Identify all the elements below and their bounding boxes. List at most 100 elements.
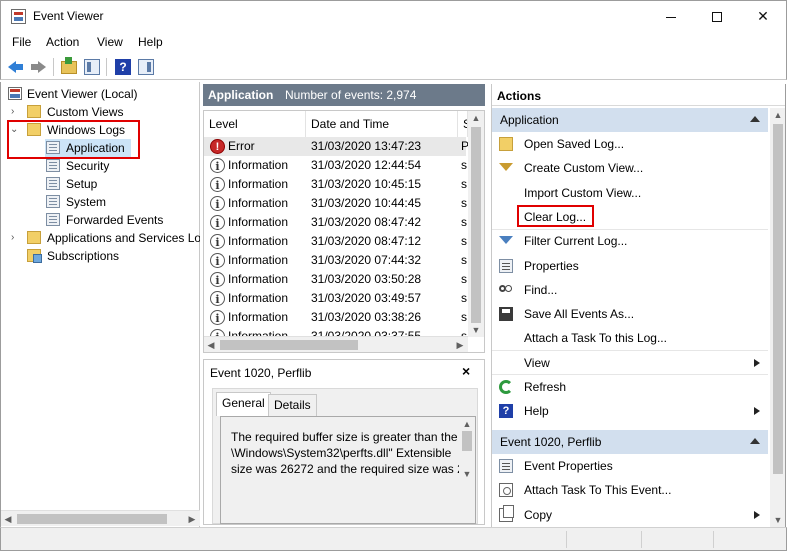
menu-help[interactable]: Help	[138, 35, 163, 49]
log-name: Application	[208, 88, 274, 102]
actions-vertical-scrollbar[interactable]: ▲ ▼	[770, 108, 785, 527]
up-folder-icon[interactable]	[61, 57, 77, 74]
event-viewer-icon	[11, 9, 26, 24]
table-row[interactable]: Information 31/03/2020 03:49:57 s	[204, 289, 467, 309]
table-row[interactable]: Information 31/03/2020 03:38:26 s	[204, 308, 467, 328]
scroll-down-icon[interactable]: ▼	[468, 323, 484, 337]
action-item[interactable]: ? Help	[492, 399, 768, 423]
action-item[interactable]: Import Custom View...	[492, 181, 768, 205]
minimize-button[interactable]	[648, 1, 694, 31]
section-title: Event 1020, Perflib	[500, 435, 602, 449]
action-label: Attach Task To This Event...	[524, 483, 672, 498]
message-vertical-scrollbar[interactable]: ▲ ▼	[459, 417, 475, 523]
action-label: Help	[524, 404, 549, 419]
event-level: Information	[228, 253, 289, 267]
folder-icon	[27, 231, 41, 244]
show-hide-tree-icon[interactable]	[84, 59, 100, 75]
table-row[interactable]: Information 31/03/2020 07:44:32 s	[204, 251, 467, 271]
scrollbar-thumb[interactable]	[471, 127, 481, 323]
event-level: Information	[228, 177, 289, 191]
scroll-right-icon[interactable]: ▶	[453, 337, 467, 352]
action-item[interactable]: View	[492, 351, 768, 375]
tree-node-custom-views[interactable]: › Custom Views	[1, 103, 200, 121]
action-item[interactable]: Refresh	[492, 375, 768, 399]
collapse-arrow-icon[interactable]	[750, 438, 760, 444]
tab-general[interactable]: General	[216, 392, 271, 416]
scroll-left-icon[interactable]: ◀	[204, 337, 218, 352]
collapse-arrow-icon[interactable]	[750, 116, 760, 122]
tree-horizontal-scrollbar[interactable]: ◀ ▶	[1, 510, 200, 526]
event-message-box[interactable]: The required buffer size is greater than…	[220, 416, 476, 524]
table-row[interactable]: Information 31/03/2020 10:45:15 s	[204, 175, 467, 195]
action-item[interactable]: Filter Current Log...	[492, 229, 768, 253]
table-row[interactable]: Error31/03/2020 13:47:23P	[204, 137, 469, 157]
back-arrow-icon[interactable]	[6, 57, 26, 77]
events-vertical-scrollbar[interactable]: ▲ ▼	[468, 111, 484, 337]
table-row[interactable]: Information 31/03/2020 10:44:45 s	[204, 194, 467, 214]
tree-node-system[interactable]: System	[1, 193, 200, 211]
forward-arrow-icon[interactable]	[28, 57, 48, 77]
column-header-datetime[interactable]: Date and Time	[306, 111, 458, 137]
actions-section-event[interactable]: Event 1020, Perflib	[492, 430, 768, 454]
table-row[interactable]: Information 31/03/2020 03:50:28 s	[204, 270, 467, 290]
scroll-left-icon[interactable]: ◀	[1, 511, 15, 527]
scrollbar-thumb[interactable]	[773, 124, 783, 474]
scrollbar-thumb[interactable]	[462, 431, 472, 451]
event-count: Number of events: 2,974	[285, 88, 417, 102]
help-icon: ?	[499, 404, 513, 419]
action-item[interactable]: Open Saved Log...	[492, 132, 768, 156]
table-row[interactable]: Information 31/03/2020 12:44:54 s	[204, 156, 467, 176]
action-item[interactable]: Find...	[492, 278, 768, 302]
action-item[interactable]: Properties	[492, 254, 768, 278]
scrollbar-thumb[interactable]	[17, 514, 167, 524]
column-header-source[interactable]: S	[458, 111, 468, 137]
close-button[interactable]: ✕	[740, 1, 786, 31]
action-item[interactable]: Event Properties	[492, 454, 768, 478]
action-item[interactable]: Attach a Task To this Log...	[492, 326, 768, 350]
chevron-right-icon[interactable]: ›	[11, 229, 21, 247]
binoculars-icon	[499, 284, 506, 292]
action-item[interactable]: Attach Task To This Event...	[492, 478, 768, 502]
scroll-up-icon[interactable]: ▲	[468, 111, 484, 125]
event-source: s	[461, 158, 467, 172]
scroll-right-icon[interactable]: ▶	[185, 511, 199, 527]
maximize-button[interactable]	[694, 1, 740, 31]
tree-node-security[interactable]: Security	[1, 157, 200, 175]
action-label: Create Custom View...	[524, 161, 644, 176]
tree-node-setup[interactable]: Setup	[1, 175, 200, 193]
action-item[interactable]: Copy	[492, 503, 768, 527]
action-label: Event Properties	[524, 459, 613, 473]
tree-node-apps-services[interactable]: › Applications and Services Logs	[1, 229, 200, 247]
action-label: Find...	[524, 282, 558, 297]
menu-view[interactable]: View	[97, 35, 123, 49]
column-header-level[interactable]: Level	[204, 111, 306, 137]
divider	[492, 229, 768, 230]
action-label: Filter Current Log...	[524, 234, 628, 249]
event-source: s	[461, 291, 467, 305]
save-icon	[499, 307, 513, 322]
help-icon[interactable]: ?	[115, 59, 131, 75]
tab-details[interactable]: Details	[268, 394, 317, 416]
log-icon	[46, 159, 60, 172]
actions-section-application[interactable]: Application	[492, 108, 768, 132]
table-row[interactable]: Information 31/03/2020 08:47:12 s	[204, 232, 467, 252]
menu-file[interactable]: File	[12, 35, 31, 49]
scroll-down-icon[interactable]: ▼	[770, 513, 785, 527]
events-horizontal-scrollbar[interactable]: ◀ ▶	[204, 336, 468, 352]
show-hide-action-pane-icon[interactable]	[138, 59, 154, 75]
menu-action[interactable]: Action	[46, 35, 79, 49]
event-datetime: 31/03/2020 13:47:23	[311, 139, 422, 153]
event-level: Information	[228, 215, 289, 229]
scroll-up-icon[interactable]: ▲	[770, 108, 785, 122]
chevron-right-icon[interactable]: ›	[11, 103, 21, 121]
tree-node-root[interactable]: Event Viewer (Local)	[1, 85, 200, 103]
tree-node-subscriptions[interactable]: Subscriptions	[1, 247, 200, 265]
table-row[interactable]: Information 31/03/2020 08:47:42 s	[204, 213, 467, 233]
close-icon[interactable]: ×	[462, 363, 470, 379]
action-item[interactable]: Save All Events As...	[492, 302, 768, 326]
scroll-up-icon[interactable]: ▲	[459, 417, 475, 431]
action-item[interactable]: Create Custom View...	[492, 156, 768, 180]
tree-node-forwarded-events[interactable]: Forwarded Events	[1, 211, 200, 229]
scroll-down-icon[interactable]: ▼	[459, 467, 475, 481]
scrollbar-thumb[interactable]	[220, 340, 358, 350]
